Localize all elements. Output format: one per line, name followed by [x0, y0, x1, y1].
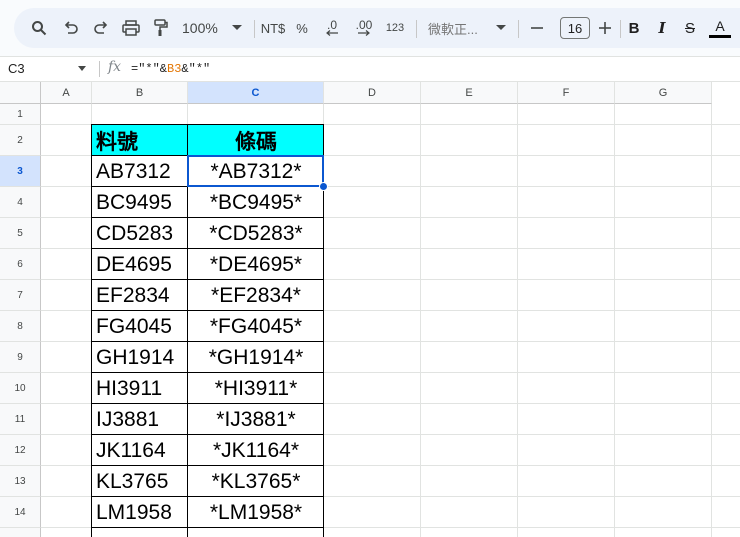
gridline [711, 104, 712, 537]
cell-barcode[interactable]: *DE4695* [188, 249, 324, 280]
percent-format-button[interactable]: % [292, 8, 312, 48]
row-header-12[interactable]: 12 [0, 435, 41, 466]
column-header-f[interactable]: F [518, 82, 615, 104]
cell-part-number[interactable]: LM1958 [92, 497, 188, 528]
row-header-2[interactable]: 2 [0, 125, 41, 156]
toolbar: 100% NT$ % .0 .00 123 微軟正... 16 B I S A [14, 8, 740, 48]
table-cell-border [187, 527, 324, 537]
name-box-dropdown-icon[interactable] [78, 66, 86, 71]
row-header-5[interactable]: 5 [0, 218, 41, 249]
name-box[interactable]: C3 [8, 57, 25, 81]
cell-part-number[interactable]: IJ3881 [92, 404, 188, 435]
paint-format-icon[interactable] [150, 8, 172, 48]
increase-font-size-icon[interactable] [594, 8, 616, 48]
row-header-14[interactable]: 14 [0, 497, 41, 528]
undo-icon[interactable] [60, 8, 82, 48]
gridline [517, 104, 518, 537]
selected-cell-outline [187, 155, 324, 187]
font-size-input[interactable]: 16 [560, 17, 590, 39]
table-cell-border [91, 527, 188, 537]
italic-button[interactable]: I [648, 8, 676, 48]
cell-part-number[interactable]: BC9495 [92, 187, 188, 218]
arrow-right-icon [358, 30, 370, 36]
cell-barcode[interactable]: *EF2834* [188, 280, 324, 311]
decrease-font-size-icon[interactable] [526, 8, 548, 48]
cell-barcode[interactable]: *HI3911* [188, 373, 324, 404]
spreadsheet-grid[interactable]: ABCDEFG123456789101112131415料號條碼AB7312*A… [0, 82, 740, 537]
gridline [420, 104, 421, 537]
select-all-corner[interactable] [0, 82, 41, 104]
font-family-value: 微軟正... [428, 21, 478, 37]
formula-part: ="*"& [131, 62, 168, 76]
text-color-button[interactable]: A [706, 8, 734, 48]
cell-part-number[interactable]: KL3765 [92, 466, 188, 497]
decrease-decimal-label: .0 [326, 18, 337, 32]
increase-decimal-label: .00 [355, 18, 373, 32]
cell-barcode[interactable]: *CD5283* [188, 218, 324, 249]
cell-part-number[interactable]: HI3911 [92, 373, 188, 404]
cell-barcode[interactable]: *GH1914* [188, 342, 324, 373]
cell-barcode[interactable]: *LM1958* [188, 497, 324, 528]
row-header-7[interactable]: 7 [0, 280, 41, 311]
text-color-swatch [709, 35, 731, 38]
bold-button[interactable]: B [620, 8, 648, 48]
formula-part: &"*" [181, 62, 211, 76]
text-color-label: A [715, 18, 725, 34]
row-header-4[interactable]: 4 [0, 187, 41, 218]
column-header-a[interactable]: A [41, 82, 92, 104]
cell-barcode[interactable]: *JK1164* [188, 435, 324, 466]
number-format-button[interactable]: 123 [382, 8, 408, 48]
row-header-11[interactable]: 11 [0, 404, 41, 435]
column-header-d[interactable]: D [324, 82, 421, 104]
formula-reference: B3 [167, 62, 182, 76]
cell-part-number[interactable]: DE4695 [92, 249, 188, 280]
currency-format-button[interactable]: NT$ [258, 8, 288, 48]
function-icon: fx [108, 59, 122, 75]
row-header-10[interactable]: 10 [0, 373, 41, 404]
column-header-b[interactable]: B [92, 82, 188, 104]
font-family-select[interactable]: 微軟正... [428, 8, 510, 48]
cell-part-number[interactable]: AB7312 [92, 156, 188, 187]
search-menus-icon[interactable] [28, 8, 50, 48]
row-header-6[interactable]: 6 [0, 249, 41, 280]
cell-barcode[interactable]: *IJ3881* [188, 404, 324, 435]
fill-handle[interactable] [319, 182, 328, 191]
cell-part-number[interactable]: FG4045 [92, 311, 188, 342]
chevron-down-icon [231, 25, 242, 30]
arrow-left-icon [326, 30, 338, 36]
row-header-15[interactable]: 15 [0, 528, 41, 537]
formula-bar: C3 fx ="*"&B3&"*" [0, 56, 740, 82]
row-header-3[interactable]: 3 [0, 156, 41, 187]
zoom-value: 100% [182, 20, 218, 36]
zoom-select[interactable]: 100% [182, 8, 246, 48]
row-header-8[interactable]: 8 [0, 311, 41, 342]
column-header-g[interactable]: G [615, 82, 712, 104]
redo-icon[interactable] [90, 8, 112, 48]
row-header-1[interactable]: 1 [0, 104, 41, 125]
cell-barcode[interactable]: *FG4045* [188, 311, 324, 342]
formula-input[interactable]: ="*"&B3&"*" [131, 57, 210, 81]
print-icon[interactable] [120, 8, 142, 48]
table-header-barcode[interactable]: 條碼 [188, 125, 324, 156]
cell-part-number[interactable]: CD5283 [92, 218, 188, 249]
cell-part-number[interactable]: EF2834 [92, 280, 188, 311]
gridline [614, 104, 615, 537]
cell-part-number[interactable]: JK1164 [92, 435, 188, 466]
cell-barcode[interactable]: *KL3765* [188, 466, 324, 497]
row-header-13[interactable]: 13 [0, 466, 41, 497]
table-header-part-number[interactable]: 料號 [92, 125, 188, 156]
column-header-e[interactable]: E [421, 82, 518, 104]
strikethrough-button[interactable]: S [676, 8, 704, 48]
row-header-9[interactable]: 9 [0, 342, 41, 373]
chevron-down-icon [495, 25, 506, 30]
cell-part-number[interactable]: GH1914 [92, 342, 188, 373]
cell-barcode[interactable]: *BC9495* [188, 187, 324, 218]
decrease-decimal-button[interactable]: .0 [320, 8, 344, 48]
column-header-c[interactable]: C [188, 82, 324, 104]
increase-decimal-button[interactable]: .00 [350, 8, 378, 48]
